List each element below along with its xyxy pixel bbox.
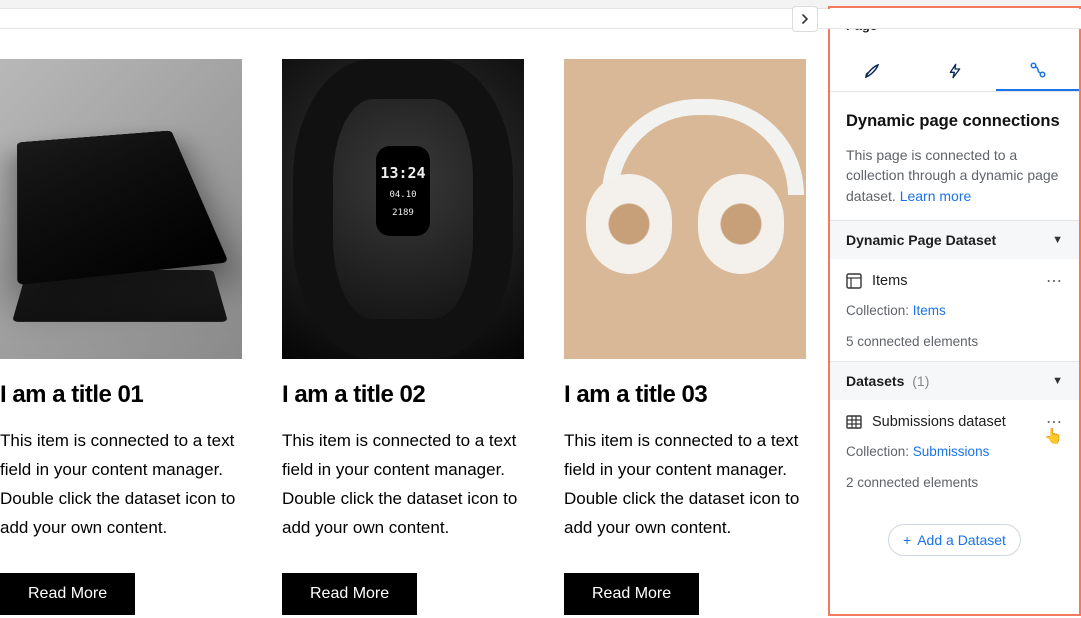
watch-steps: 2189 [392, 208, 414, 218]
product-image[interactable] [0, 59, 242, 359]
brush-icon [863, 62, 881, 80]
editor-toolbar [0, 9, 1081, 29]
card-title[interactable]: I am a title 03 [564, 381, 806, 409]
learn-more-link[interactable]: Learn more [900, 188, 972, 204]
read-more-button[interactable]: Read More [0, 573, 135, 615]
lightning-icon [947, 63, 963, 79]
tab-interactions[interactable] [913, 51, 996, 91]
card-description[interactable]: This item is connected to a text field i… [0, 427, 242, 543]
collection-meta: Collection: Submissions [830, 444, 1079, 471]
more-actions-button[interactable]: ⋯ [1046, 412, 1063, 432]
section-header-datasets[interactable]: Datasets (1) ▼ [830, 362, 1079, 400]
panel-description: This page is connected to a collection t… [846, 145, 1063, 206]
dataset-icon [846, 273, 862, 289]
watch-date: 04.10 [389, 190, 416, 200]
chevron-down-icon: ▼ [1052, 375, 1063, 387]
repeater: I am a title 01 This item is connected t… [0, 59, 828, 615]
plus-icon: + [903, 532, 911, 548]
section-dynamic-dataset: Dynamic Page Dataset ▼ Items ⋯ Collectio… [830, 220, 1079, 361]
more-actions-button[interactable]: ⋯ [1046, 271, 1063, 291]
product-image[interactable] [564, 59, 806, 359]
connected-count: 5 connected elements [830, 330, 1079, 361]
read-more-button[interactable]: Read More [564, 573, 699, 615]
dataset-row[interactable]: Submissions dataset ⋯ [830, 400, 1079, 444]
card-title[interactable]: I am a title 02 [282, 381, 524, 409]
table-icon [846, 414, 862, 430]
card-description[interactable]: This item is connected to a text field i… [564, 427, 806, 543]
add-dataset-button[interactable]: + Add a Dataset [888, 524, 1021, 556]
panel-tabs [830, 51, 1079, 92]
card-item: I am a title 03 This item is connected t… [564, 59, 806, 615]
page-settings-panel: Page Dynamic page connections This page … [828, 6, 1081, 616]
section-header-dynamic[interactable]: Dynamic Page Dataset ▼ [830, 221, 1079, 259]
section-count: (1) [912, 373, 929, 389]
dataset-row[interactable]: Items ⋯ [830, 259, 1079, 303]
read-more-button[interactable]: Read More [282, 573, 417, 615]
chevron-right-icon [800, 14, 810, 24]
card-description[interactable]: This item is connected to a text field i… [282, 427, 524, 543]
collection-meta: Collection: Items [830, 303, 1079, 330]
watch-time: 13:24 [380, 164, 425, 182]
chevron-down-icon: ▼ [1052, 234, 1063, 246]
section-title: Datasets [846, 373, 904, 389]
card-item: 13:24 04.10 2189 I am a title 02 This it… [282, 59, 524, 615]
card-item: I am a title 01 This item is connected t… [0, 59, 242, 615]
section-datasets: Datasets (1) ▼ Submissions dataset ⋯ Col… [830, 361, 1079, 502]
dataset-name: Submissions dataset [872, 414, 1006, 430]
panel-title: Dynamic page connections [846, 112, 1063, 131]
editor-canvas: I am a title 01 This item is connected t… [0, 29, 828, 618]
tab-design[interactable] [830, 51, 913, 91]
watch-face: 13:24 04.10 2189 [376, 146, 430, 236]
collection-link[interactable]: Items [913, 303, 946, 318]
card-title[interactable]: I am a title 01 [0, 381, 242, 409]
dataset-name: Items [872, 273, 907, 289]
panel-collapse-button[interactable] [792, 6, 818, 32]
collection-link[interactable]: Submissions [913, 444, 990, 459]
connected-count: 2 connected elements [830, 471, 1079, 502]
tab-connections[interactable] [996, 51, 1079, 91]
section-title: Dynamic Page Dataset [846, 232, 996, 248]
product-image[interactable]: 13:24 04.10 2189 [282, 59, 524, 359]
connections-icon [1029, 61, 1047, 79]
